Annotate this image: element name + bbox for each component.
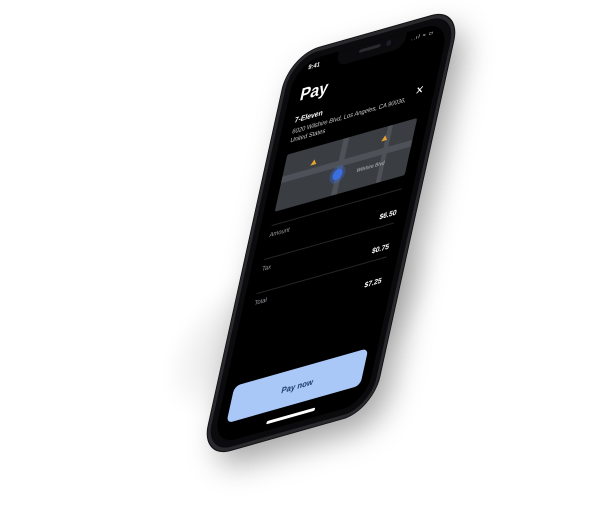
payment-summary: Amount $6.50 Tax $0.75 Total $7.25 — [249, 188, 402, 328]
current-location-icon — [331, 167, 344, 182]
summary-value: $7.25 — [363, 277, 383, 290]
summary-label: Amount — [268, 227, 291, 240]
signal-wifi-battery-icon: ..ıl ≈ ▭ — [410, 29, 435, 43]
status-time: 9:41 — [307, 61, 321, 72]
close-icon[interactable]: ✕ — [414, 84, 425, 98]
summary-label: Tax — [261, 264, 272, 274]
status-bar: 9:41 ..ıl ≈ ▭ — [303, 27, 439, 76]
summary-label: Total — [253, 297, 268, 308]
summary-value: $6.50 — [378, 209, 398, 222]
summary-value: $0.75 — [371, 243, 390, 256]
page-title: Pay — [298, 78, 330, 106]
pay-screen: 9:41 ..ıl ≈ ▭ Pay ✕ 7-Eleven 6020 Wilshi… — [212, 20, 450, 446]
phone-body: 9:41 ..ıl ≈ ▭ Pay ✕ 7-Eleven 6020 Wilshi… — [201, 7, 461, 459]
map-pin-icon — [310, 158, 318, 166]
device-mockup: 9:41 ..ıl ≈ ▭ Pay ✕ 7-Eleven 6020 Wilshi… — [0, 0, 602, 520]
